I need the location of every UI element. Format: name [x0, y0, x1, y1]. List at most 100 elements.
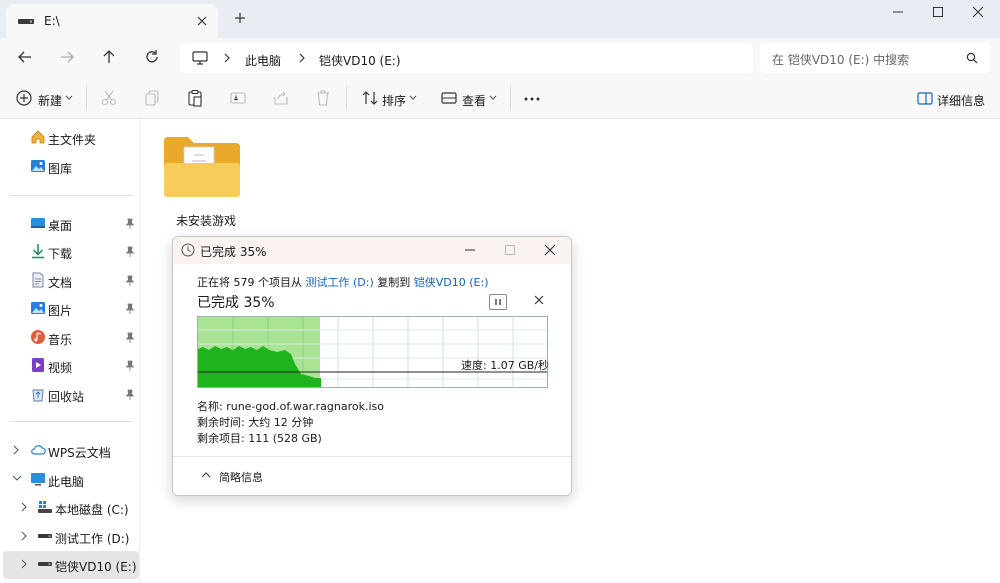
pin-icon[interactable] — [125, 389, 135, 401]
dialog-title: 已完成 35% — [200, 245, 267, 259]
download-icon — [30, 243, 46, 259]
fewer-details-button[interactable]: 简略信息 — [197, 467, 317, 485]
destination-link[interactable]: 铠侠VD10 (E:) — [414, 276, 489, 289]
copy-mid: 复制到 — [373, 276, 414, 289]
sidebar-item-music[interactable]: 音乐 — [0, 324, 140, 352]
delete-icon[interactable] — [314, 89, 332, 107]
sidebar-item-wps-cloud[interactable]: WPS云文档 — [0, 437, 140, 465]
sidebar-item-home[interactable]: 主文件夹 — [0, 124, 140, 152]
sidebar-item-this-pc[interactable]: 此电脑 — [0, 466, 140, 494]
source-link[interactable]: 测试工作 (D:) — [306, 276, 374, 289]
divider — [346, 86, 347, 110]
folder-name[interactable]: 未安装游戏 — [176, 212, 236, 229]
sidebar-item-label: 图片 — [48, 304, 73, 318]
chevron-right-icon[interactable] — [12, 445, 20, 455]
sidebar-item-desktop[interactable]: 桌面 — [0, 210, 140, 238]
sidebar-item-drive-e[interactable]: 铠侠VD10 (E:) — [0, 551, 140, 579]
minimize-window-icon[interactable] — [888, 4, 908, 20]
pin-icon[interactable] — [125, 275, 135, 287]
sidebar-item-label: 铠侠VD10 (E:) — [55, 560, 137, 574]
chevron-right-icon[interactable] — [20, 531, 28, 541]
divider — [510, 86, 511, 110]
folder-icon[interactable] — [164, 137, 240, 197]
items-remaining: 剩余项目: 111 (528 GB) — [197, 432, 322, 445]
up-arrow-icon[interactable] — [100, 48, 118, 66]
pin-icon[interactable] — [125, 332, 135, 344]
forward-arrow-icon[interactable] — [58, 48, 76, 66]
minimize-icon[interactable] — [463, 243, 477, 257]
sidebar-item-drive-c[interactable]: 本地磁盘 (C:) — [0, 494, 140, 522]
sidebar-item-recycle-bin[interactable]: 回收站 — [0, 381, 140, 409]
sidebar-item-pictures[interactable]: 图片 — [0, 295, 140, 323]
rename-icon[interactable] — [229, 89, 247, 107]
view-label: 查看 — [462, 94, 487, 108]
address-bar[interactable]: 此电脑 铠侠VD10 (E:) — [180, 43, 753, 73]
copy-description: 正在将 579 个项目从 测试工作 (D:) 复制到 铠侠VD10 (E:) — [197, 274, 489, 290]
breadcrumb-drive-e[interactable]: 铠侠VD10 (E:) — [319, 52, 401, 69]
clock-icon — [181, 243, 195, 257]
back-arrow-icon[interactable] — [16, 48, 34, 66]
details-pane-button[interactable]: 详细信息 — [914, 77, 990, 119]
sidebar-item-drive-d[interactable]: 测试工作 (D:) — [0, 523, 140, 551]
sidebar-item-label: 文档 — [48, 276, 73, 290]
plus-circle-icon — [15, 89, 33, 107]
divider — [173, 456, 571, 457]
sort-button[interactable]: 排序 — [358, 77, 418, 119]
close-window-icon[interactable] — [968, 4, 988, 20]
new-button[interactable]: 新建 — [10, 77, 80, 119]
close-icon[interactable] — [543, 243, 557, 257]
sidebar-item-label: 本地磁盘 (C:) — [55, 503, 129, 517]
pin-icon[interactable] — [125, 246, 135, 258]
sidebar-item-label: 回收站 — [48, 390, 85, 404]
computer-icon — [30, 471, 46, 487]
divider — [10, 421, 132, 422]
sidebar-item-downloads[interactable]: 下载 — [0, 238, 140, 266]
monitor-icon — [192, 51, 208, 65]
maximize-icon[interactable] — [503, 243, 517, 257]
drive-icon — [37, 556, 53, 572]
sidebar-item-label: 图库 — [48, 162, 73, 176]
sidebar-item-label: 测试工作 (D:) — [55, 532, 130, 546]
close-tab-icon[interactable] — [194, 13, 210, 29]
sidebar-item-documents[interactable]: 文档 — [0, 267, 140, 295]
drive-icon — [37, 528, 53, 544]
refresh-icon[interactable] — [143, 48, 161, 66]
document-icon — [30, 272, 46, 288]
breadcrumb-this-pc[interactable]: 此电脑 — [245, 52, 281, 69]
sidebar-item-gallery[interactable]: 图库 — [0, 153, 140, 181]
search-placeholder: 在 铠侠VD10 (E:) 中搜索 — [772, 53, 910, 67]
copy-prefix: 正在将 579 个项目从 — [197, 276, 306, 289]
paste-icon[interactable] — [186, 89, 204, 107]
pin-icon[interactable] — [125, 303, 135, 315]
more-options-icon[interactable] — [523, 89, 541, 107]
divider — [10, 195, 132, 196]
pin-icon[interactable] — [125, 218, 135, 230]
tab-bar: E:\ — [0, 0, 1000, 38]
tab-drive-e[interactable]: E:\ — [6, 4, 218, 38]
pause-icon[interactable] — [489, 294, 507, 310]
share-icon[interactable] — [272, 89, 290, 107]
chevron-right-icon[interactable] — [20, 559, 28, 569]
copy-icon[interactable] — [143, 89, 161, 107]
divider — [86, 86, 87, 110]
chevron-right-icon — [297, 52, 307, 64]
new-tab-icon[interactable] — [232, 10, 248, 26]
search-box[interactable]: 在 铠侠VD10 (E:) 中搜索 — [760, 43, 990, 73]
gallery-icon — [30, 158, 46, 174]
view-button[interactable]: 查看 — [438, 77, 498, 119]
cancel-copy-icon[interactable] — [533, 294, 545, 306]
windows-drive-icon — [37, 499, 53, 515]
chevron-down-icon[interactable] — [12, 474, 22, 482]
maximize-window-icon[interactable] — [928, 4, 948, 20]
chevron-right-icon[interactable] — [20, 502, 28, 512]
tab-title: E:\ — [44, 14, 60, 28]
sidebar-item-label: 此电脑 — [48, 475, 85, 489]
desktop-icon — [30, 215, 46, 231]
sidebar-item-videos[interactable]: 视频 — [0, 352, 140, 380]
file-name: 名称: rune-god.of.war.ragnarok.iso — [197, 400, 384, 413]
search-icon[interactable] — [966, 52, 978, 64]
cut-icon[interactable] — [100, 89, 118, 107]
home-icon — [30, 129, 46, 145]
fewer-details-label: 简略信息 — [219, 471, 263, 484]
pin-icon[interactable] — [125, 360, 135, 372]
